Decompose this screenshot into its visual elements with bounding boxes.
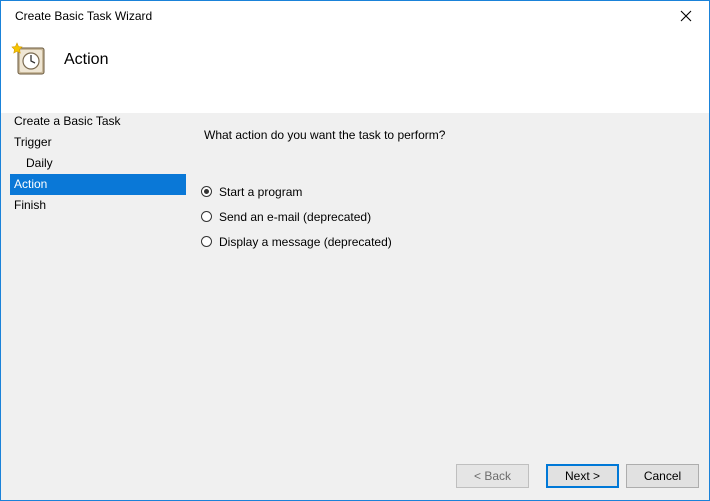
option-display-message[interactable]: Display a message (deprecated) [201, 229, 392, 254]
window-title: Create Basic Task Wizard [15, 9, 153, 23]
action-question: What action do you want the task to perf… [204, 128, 446, 142]
step-action[interactable]: Action [10, 174, 186, 195]
radio-display-message[interactable] [201, 236, 212, 247]
close-icon [680, 10, 692, 22]
wizard-window: Create Basic Task Wizard Action Create a… [0, 0, 710, 501]
option-start-program[interactable]: Start a program [201, 179, 392, 204]
wizard-steps: Create a Basic Task Trigger Daily Action… [10, 111, 186, 216]
option-start-program-label[interactable]: Start a program [219, 185, 302, 199]
cancel-button[interactable]: Cancel [626, 464, 699, 488]
close-button[interactable] [663, 1, 709, 31]
step-trigger[interactable]: Trigger [10, 132, 186, 153]
title-bar: Create Basic Task Wizard [1, 1, 709, 31]
task-scheduler-icon [11, 42, 45, 75]
step-create-basic-task[interactable]: Create a Basic Task [10, 111, 186, 132]
page-title: Action [64, 51, 109, 68]
next-button[interactable]: Next > [546, 464, 619, 488]
action-options: Start a program Send an e-mail (deprecat… [201, 179, 392, 254]
option-send-email-label[interactable]: Send an e-mail (deprecated) [219, 210, 371, 224]
radio-send-email[interactable] [201, 211, 212, 222]
wizard-header: Action [1, 31, 709, 113]
option-send-email[interactable]: Send an e-mail (deprecated) [201, 204, 392, 229]
back-button[interactable]: < Back [456, 464, 529, 488]
option-display-message-label[interactable]: Display a message (deprecated) [219, 235, 392, 249]
step-finish[interactable]: Finish [10, 195, 186, 216]
radio-start-program[interactable] [201, 186, 212, 197]
step-daily[interactable]: Daily [10, 153, 186, 174]
